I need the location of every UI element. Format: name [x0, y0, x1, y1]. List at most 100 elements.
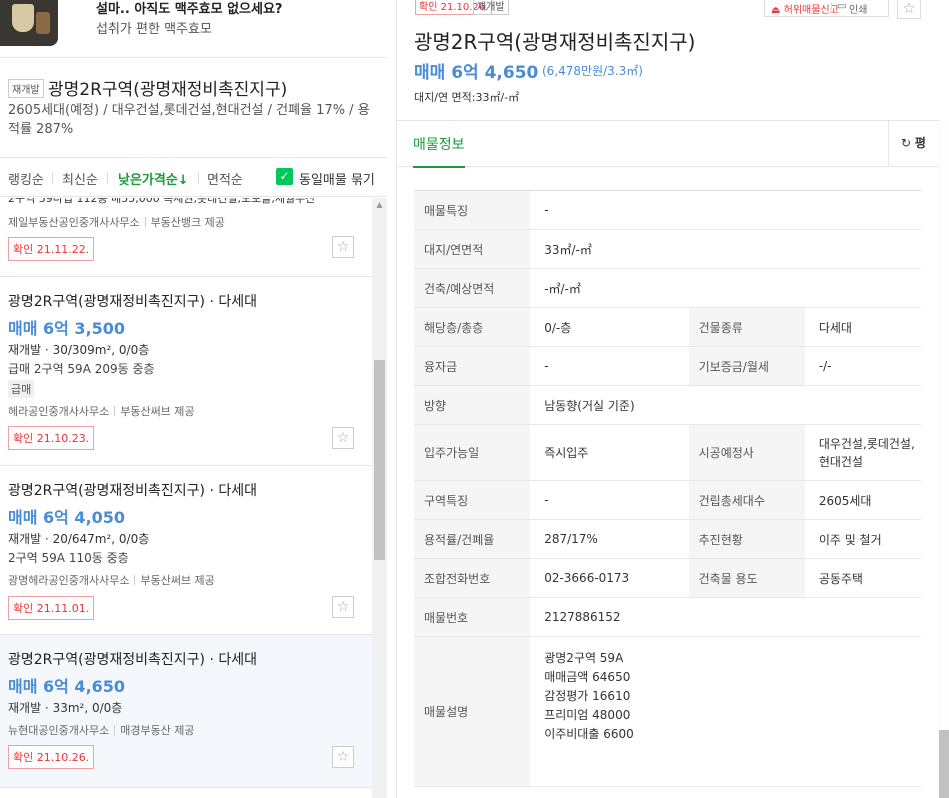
complex-title[interactable]: 광명2R구역(광명재정비촉진지구) [48, 75, 287, 100]
item-agent: 제일부동산공인중개사사무소 부동산뱅크 제공 [8, 216, 225, 229]
sort-ranking[interactable]: 랭킹순 [8, 169, 44, 188]
listing-list: 2구역 59나입 112동 매55,000 옥세권,롯데건설,도보들,세월우산 … [0, 198, 372, 798]
info-row: 입주가능일 즉시입주 시공예정사 대우건설,롯데건설,현대건설 [414, 424, 921, 481]
item-spec: 재개발 · 20/647m², 0/0층 [8, 532, 150, 546]
info-value: - [530, 190, 921, 230]
info-value: -㎡/-㎡ [530, 268, 921, 308]
info-value: 이주 및 철거 [804, 519, 921, 559]
complex-tag: 재개발 [8, 79, 44, 98]
ad-banner[interactable]: 설마.. 아직도 맥주효모 없으세요? 섭취가 편한 맥주효모 [0, 0, 387, 58]
info-label: 건립총세대수 [688, 480, 805, 520]
info-value: 즉시입주 [530, 424, 689, 481]
item-price: 매매 6억 3,500 [8, 319, 126, 338]
info-row: 용적률/건폐율 287/17% 추진현황 이주 및 철거 [414, 519, 921, 559]
info-label: 대지/연면적 [414, 229, 531, 269]
confirm-badge: 확인 21.11.22. [8, 237, 95, 261]
detail-scroll-thumb[interactable] [939, 730, 949, 798]
detail-title: 광명2R구역(광명재정비촉진지구) [414, 30, 696, 54]
item-feature: 급매 2구역 59A 209동 중층 [8, 362, 155, 376]
listing-info-table: 매물특징 - 대지/연면적 33㎡/-㎡ 건축/예상면적 -㎡/-㎡ 해당층/총층 0/… [414, 190, 921, 787]
item-agent: 헤라공인중개사사무소 부동산써브 제공 [8, 405, 195, 418]
scroll-up-arrow-icon[interactable]: ▲ [372, 198, 387, 212]
item-spec: 재개발 · 30/309m², 0/0층 [8, 343, 150, 357]
sort-lowest-price[interactable]: 낮은가격순↓ [118, 169, 189, 188]
info-row: 매물특징 - [414, 190, 921, 230]
confirm-badge: 확인 21.10.23. [8, 426, 95, 450]
info-label: 구역특징 [414, 480, 531, 520]
scroll-thumb[interactable] [374, 360, 385, 560]
info-label: 매물번호 [414, 597, 531, 637]
item-price: 매매 6억 4,650 [8, 677, 126, 696]
info-label: 시공예정사 [688, 424, 805, 481]
list-scrollbar[interactable]: ▲ [372, 198, 387, 798]
ad-subtitle: 섭취가 편한 맥주효모 [96, 22, 212, 37]
ad-thumbnail [0, 0, 58, 46]
info-value: - [530, 346, 689, 386]
info-label: 조합전화번호 [414, 558, 531, 598]
info-value: 2605세대 [804, 480, 921, 520]
same-listing-checkbox[interactable]: ✓ [276, 168, 293, 185]
info-label: 기보증금/월세 [688, 346, 805, 386]
item-title[interactable]: 광명2R구역(광명재정비촉진지구) · 다세대 [8, 480, 257, 500]
list-item[interactable]: 광명2R구역(광명재정비촉진지구) · 다세대 매매 6억 3,500 재개발 … [0, 277, 372, 466]
info-label: 매물설명 [414, 636, 531, 787]
ad-title[interactable]: 설마.. 아직도 맥주효모 없으세요? [96, 0, 282, 17]
detail-price-per: (6,478만원/3.3㎡) [542, 64, 643, 78]
sort-area[interactable]: 면적순 [207, 169, 243, 188]
info-value: 광명2구역 59A 매매금액 64650 감정평가 16610 프리미엄 480… [530, 636, 921, 787]
info-label: 용적률/건폐율 [414, 519, 531, 559]
detail-scrollbar[interactable] [939, 120, 949, 798]
detail-panel: 확인 21.10.26. 재개발 ⏏ 허위매물신고 ▭ 인쇄 ☆ 광명2R구역(… [396, 0, 949, 798]
star-icon[interactable]: ☆ [332, 596, 354, 618]
list-item[interactable]: 광명2R구역(광명재정비촉진지구) · 다세대 매매 6억 4,050 재개발 … [0, 466, 372, 635]
info-label: 건축물 용도 [688, 558, 805, 598]
info-row: 융자금 - 기보증금/월세 -/- [414, 346, 921, 386]
info-label: 매물특징 [414, 190, 531, 230]
item-feature: 2구역 59A 110동 중층 [8, 551, 129, 565]
info-row: 조합전화번호 02-3666-0173 건축물 용도 공동주택 [414, 558, 921, 598]
star-icon[interactable]: ☆ [332, 427, 354, 449]
info-value: 다세대 [804, 307, 921, 347]
sort-latest[interactable]: 최신순 [62, 169, 98, 188]
refresh-icon: ↻ [901, 136, 912, 150]
info-row: 해당층/총층 0/-층 건물종류 다세대 [414, 307, 921, 347]
report-button[interactable]: ⏏ 허위매물신고 [771, 1, 839, 16]
item-title[interactable]: 광명2R구역(광명재정비촉진지구) · 다세대 [8, 291, 257, 311]
print-icon: ▭ [837, 1, 847, 12]
info-value: - [530, 480, 689, 520]
tab-listing-info[interactable]: 매물정보 [413, 134, 465, 168]
item-price: 매매 6억 4,050 [8, 508, 126, 527]
info-row: 매물설명 광명2구역 59A 매매금액 64650 감정평가 16610 프리미엄… [414, 636, 921, 787]
same-listing-label[interactable]: 동일매물 묶기 [299, 169, 375, 188]
info-label: 추진현황 [688, 519, 805, 559]
item-agent: 광명헤라공인중개사사무소 부동산써브 제공 [8, 574, 215, 587]
detail-actions: ⏏ 허위매물신고 ▭ 인쇄 [764, 0, 889, 17]
star-icon[interactable]: ☆ [332, 746, 354, 768]
listing-panel: 설마.. 아직도 맥주효모 없으세요? 섭취가 편한 맥주효모 재개발 광명2R… [0, 0, 387, 798]
info-value: 287/17% [530, 519, 689, 559]
star-icon[interactable]: ☆ [332, 236, 354, 258]
info-value: 33㎡/-㎡ [530, 229, 921, 269]
list-item-selected[interactable]: 광명2R구역(광명재정비촉진지구) · 다세대 매매 6억 4,650 재개발 … [0, 635, 372, 788]
item-chip: 급매 [8, 380, 35, 398]
confirm-badge: 확인 21.10.26. [8, 745, 95, 769]
info-value: 2127886152 [530, 597, 921, 637]
complex-desc: 2605세대(예정) / 대우건설,롯데건설,현대건설 / 건폐율 17% / … [8, 103, 370, 137]
list-item[interactable]: 2구역 59나입 112동 매55,000 옥세권,롯데건설,도보들,세월우산 … [0, 198, 372, 277]
print-button[interactable]: 인쇄 [849, 1, 867, 16]
item-spec: 2구역 59나입 112동 매55,000 옥세권,롯데건설,도보들,세월우산 [8, 198, 316, 205]
detail-tag: 재개발 [473, 0, 509, 15]
info-value: 02-3666-0173 [530, 558, 689, 598]
info-label: 입주가능일 [414, 424, 531, 481]
favorite-star-icon[interactable]: ☆ [897, 0, 921, 19]
info-row: 구역특징 - 건립총세대수 2605세대 [414, 480, 921, 520]
info-row: 매물번호 2127886152 [414, 597, 921, 637]
item-agent: 뉴현대공인중개사무소 매경부동산 제공 [8, 724, 195, 737]
info-value: 0/-층 [530, 307, 689, 347]
info-value: 대우건설,롯데건설,현대건설 [804, 424, 921, 481]
sort-bar: 랭킹순 최신순 낮은가격순↓ 면적순 ✓ 동일매물 묶기 [0, 157, 387, 197]
item-title[interactable]: 광명2R구역(광명재정비촉진지구) · 다세대 [8, 649, 257, 669]
detail-area: 대지/연 면적:33㎡/-㎡ [414, 91, 520, 104]
info-value: 공동주택 [804, 558, 921, 598]
info-label: 융자금 [414, 346, 531, 386]
